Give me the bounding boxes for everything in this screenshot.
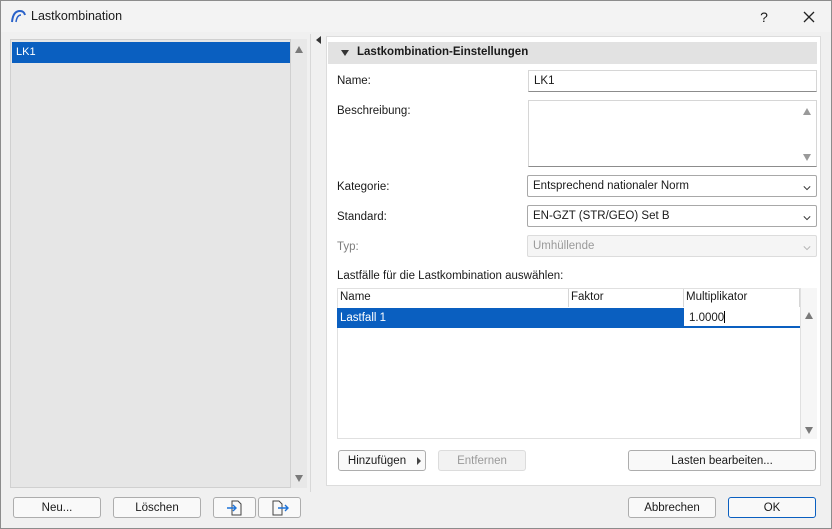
multiplier-input[interactable]: 1.0000 xyxy=(684,308,800,328)
chevron-down-icon xyxy=(803,246,811,251)
scroll-down-icon[interactable] xyxy=(295,475,303,482)
ok-button[interactable]: OK xyxy=(728,497,816,518)
section-title: Lastkombination-Einstellungen xyxy=(357,46,529,58)
standard-label: Standard: xyxy=(337,211,387,223)
column-header-name-label: Name xyxy=(340,291,371,303)
category-label: Kategorie: xyxy=(337,181,390,193)
remove-loadcase-button: Entfernen xyxy=(438,450,526,471)
column-header-multiplier-label: Multiplikator xyxy=(686,291,748,303)
standard-select[interactable]: EN-GZT (STR/GEO) Set B xyxy=(527,205,817,227)
new-button[interactable]: Neu... xyxy=(13,497,101,518)
description-label: Beschreibung: xyxy=(337,105,411,117)
column-header-name[interactable]: Name xyxy=(338,289,569,307)
loadcases-label: Lastfälle für die Lastkombination auswäh… xyxy=(337,270,564,282)
title-bar[interactable]: Lastkombination ? xyxy=(1,1,831,32)
multiplier-input-value: 1.0000 xyxy=(689,312,725,324)
description-scroll-up-icon[interactable] xyxy=(803,108,811,115)
description-scroll-down-icon[interactable] xyxy=(803,154,811,161)
category-select-value: Entsprechend nationaler Norm xyxy=(533,180,689,192)
window-title: Lastkombination xyxy=(31,9,123,23)
panel-splitter[interactable] xyxy=(310,34,320,492)
description-field[interactable] xyxy=(528,100,817,167)
list-item[interactable]: LK1 xyxy=(12,42,290,63)
remove-loadcase-label: Entfernen xyxy=(457,454,507,467)
ok-button-label: OK xyxy=(763,501,781,514)
delete-button-label: Löschen xyxy=(135,501,179,514)
table-scroll-up-icon[interactable] xyxy=(805,312,813,319)
table-scroll-down-icon[interactable] xyxy=(805,427,813,434)
standard-select-value: EN-GZT (STR/GEO) Set B xyxy=(533,210,670,222)
chevron-right-icon xyxy=(417,457,421,465)
edit-loads-button[interactable]: Lasten bearbeiten... xyxy=(628,450,816,471)
add-loadcase-button[interactable]: Hinzufügen xyxy=(338,450,426,471)
section-collapse-icon[interactable] xyxy=(341,50,349,56)
combination-list[interactable]: LK1 xyxy=(10,39,291,488)
help-button[interactable]: ? xyxy=(749,3,779,30)
delete-button[interactable]: Löschen xyxy=(113,497,201,518)
dialog-window: Lastkombination ? LK1 Neu... Löschen Las… xyxy=(0,0,832,529)
name-field-value: LK1 xyxy=(534,75,555,87)
export-icon xyxy=(272,500,289,515)
type-select: Umhüllende xyxy=(527,235,817,257)
name-field[interactable]: LK1 xyxy=(528,70,817,92)
list-scrollbar[interactable] xyxy=(291,39,307,488)
new-button-label: Neu... xyxy=(41,501,73,514)
import-icon xyxy=(226,500,241,515)
table-scrollbar[interactable] xyxy=(801,288,817,439)
chevron-down-icon xyxy=(803,186,811,191)
close-button[interactable] xyxy=(794,3,824,30)
list-item-label: LK1 xyxy=(16,46,36,58)
type-select-value: Umhüllende xyxy=(533,240,595,252)
cancel-button-label: Abbrechen xyxy=(644,501,700,514)
category-select[interactable]: Entsprechend nationaler Norm xyxy=(527,175,817,197)
app-arch-icon xyxy=(11,9,26,23)
name-label: Name: xyxy=(337,75,371,87)
text-caret xyxy=(724,311,726,323)
type-label: Typ: xyxy=(337,241,359,253)
help-label: ? xyxy=(760,8,768,25)
column-header-factor-label: Faktor xyxy=(571,291,604,303)
scroll-up-icon[interactable] xyxy=(295,46,303,53)
column-header-multiplier[interactable]: Multiplikator xyxy=(684,289,800,307)
row-name-cell[interactable]: Lastfall 1 xyxy=(340,312,386,324)
chevron-down-icon xyxy=(803,216,811,221)
close-icon xyxy=(803,11,815,22)
import-button[interactable] xyxy=(213,497,256,518)
cancel-button[interactable]: Abbrechen xyxy=(628,497,716,518)
collapse-left-icon[interactable] xyxy=(316,36,321,44)
add-loadcase-label: Hinzufügen xyxy=(347,454,407,467)
edit-loads-label: Lasten bearbeiten... xyxy=(671,454,773,467)
export-button[interactable] xyxy=(258,497,301,518)
column-header-factor[interactable]: Faktor xyxy=(569,289,684,307)
